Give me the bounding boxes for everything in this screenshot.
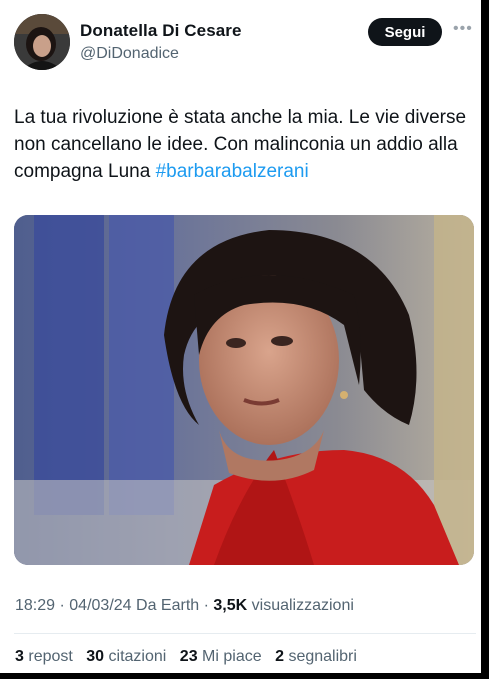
photo-woman-red-jacket — [14, 215, 474, 565]
views-count[interactable]: 3,5K — [213, 597, 247, 614]
author-handle[interactable]: @DiDonadice — [80, 45, 179, 63]
tweet-image[interactable] — [14, 215, 474, 565]
views-label: visualizzazioni — [251, 597, 354, 614]
hashtag-link[interactable]: #barbarabalzerani — [156, 161, 309, 182]
likes-stat[interactable]: 23 Mi piace — [180, 648, 262, 665]
follow-button[interactable]: Segui — [368, 18, 442, 46]
quotes-stat[interactable]: 30 citazioni — [86, 648, 166, 665]
meta-separator: · — [203, 597, 209, 614]
tweet-time[interactable]: 18:29 — [15, 597, 55, 614]
tweet-date[interactable]: 04/03/24 — [69, 597, 131, 614]
engagement-stats: 3 repost 30 citazioni 23 Mi piace 2 segn… — [15, 648, 366, 666]
meta-separator: · — [59, 597, 65, 614]
more-horizontal-icon[interactable]: ••• — [453, 21, 473, 42]
quotes-label: citazioni — [108, 648, 167, 665]
author-name[interactable]: Donatella Di Cesare — [80, 21, 242, 41]
reposts-count: 3 — [15, 648, 24, 665]
reposts-label: repost — [28, 648, 73, 665]
tweet-meta: 18:29 · 04/03/24 Da Earth · 3,5K visuali… — [15, 597, 354, 615]
bookmarks-stat[interactable]: 2 segnalibri — [275, 648, 357, 665]
tweet-header: Donatella Di Cesare @DiDonadice Segui ••… — [14, 14, 474, 72]
bookmarks-label: segnalibri — [288, 648, 357, 665]
avatar-portrait — [14, 14, 70, 70]
likes-label: Mi piace — [202, 648, 262, 665]
bookmarks-count: 2 — [275, 648, 284, 665]
screen-edge-bottom — [0, 673, 489, 679]
tweet-source: Da Earth — [136, 597, 200, 614]
likes-count: 23 — [179, 648, 198, 665]
reposts-stat[interactable]: 3 repost — [15, 648, 73, 665]
divider — [14, 633, 476, 634]
tweet-text: La tua rivoluzione è stata anche la mia.… — [14, 104, 476, 185]
screen-edge-right — [481, 0, 489, 679]
quotes-count: 30 — [86, 648, 105, 665]
avatar[interactable] — [14, 14, 70, 70]
